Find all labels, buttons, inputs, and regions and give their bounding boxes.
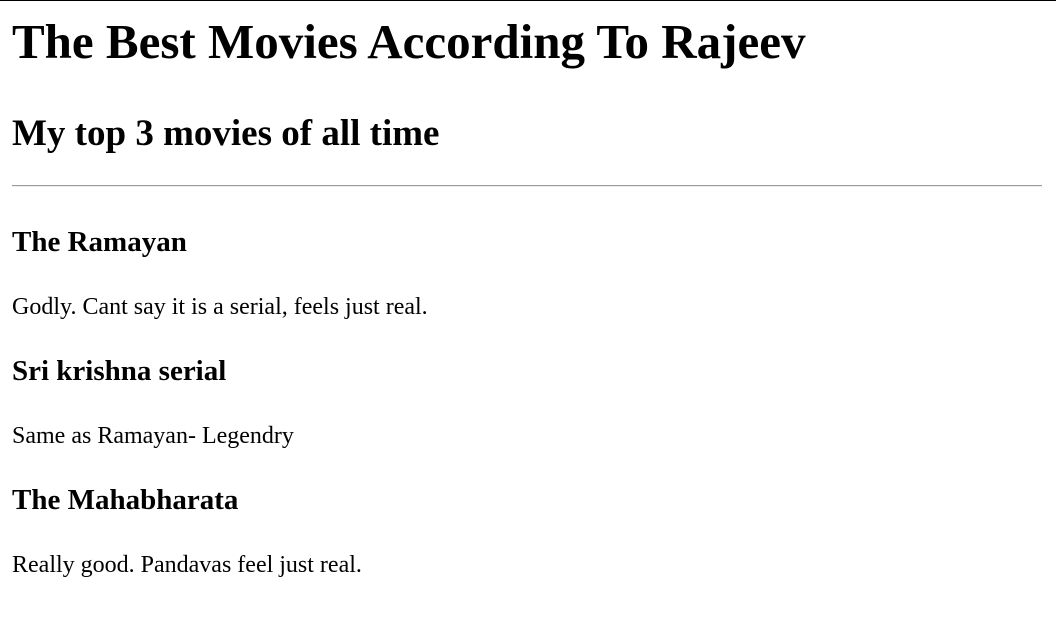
movie-title-1: The Ramayan [12, 226, 187, 258]
movie-description-3: Really good. Pandavas feel just real. [12, 552, 362, 578]
page-title: The Best Movies According To Rajeev [12, 14, 806, 69]
movie-description-2: Same as Ramayan- Legendry [12, 423, 294, 449]
movie-title-3: The Mahabharata [12, 484, 239, 516]
divider [12, 185, 1042, 187]
movie-description-1: Godly. Cant say it is a serial, feels ju… [12, 294, 428, 320]
movie-title-2: Sri krishna serial [12, 355, 227, 387]
page-subtitle: My top 3 movies of all time [12, 113, 440, 154]
